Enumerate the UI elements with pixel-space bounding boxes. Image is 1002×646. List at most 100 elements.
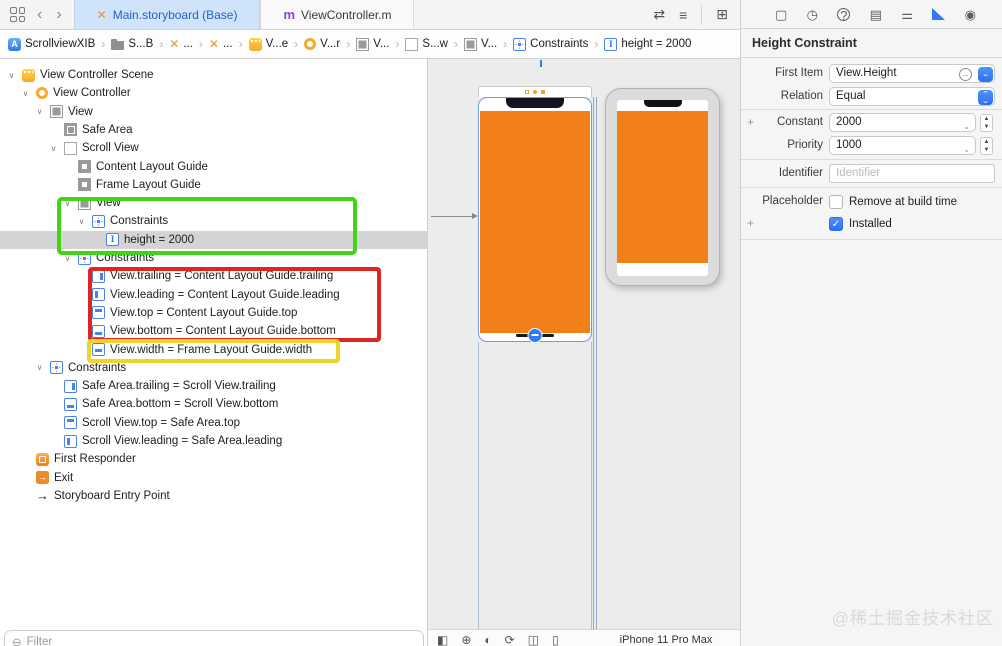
outline-row-view-trailing-content-layout-guide-trailing[interactable]: View.trailing = Content Layout Guide.tra… [0, 267, 428, 285]
crumb-view-2[interactable]: V... [463, 37, 497, 51]
outline-row-storyboard-entry-point[interactable]: → Storyboard Entry Point [0, 487, 428, 505]
exit-mini-icon[interactable] [540, 89, 546, 95]
outline-row-scroll-view[interactable]: ∨ Scroll View [0, 139, 428, 157]
installed-checkbox[interactable]: ✓ [829, 216, 843, 231]
canvas-scrollbar[interactable] [593, 97, 597, 629]
crumb-view-1[interactable]: V... [356, 37, 389, 51]
first-responder-mini-icon[interactable] [532, 90, 537, 94]
selection-handle[interactable] [528, 328, 542, 342]
device-icon[interactable]: ▯ [552, 633, 559, 646]
outline-row-exit[interactable]: Exit [0, 469, 428, 487]
constant-field[interactable]: 2000 ⌄ [829, 113, 976, 132]
identity-inspector-icon[interactable]: ▤ [870, 8, 882, 21]
priority-value: 1000 [836, 139, 862, 151]
disclosure-chevron-icon[interactable]: ∨ [34, 107, 45, 116]
outline-row-view-leading-content-layout-guide-leading[interactable]: View.leading = Content Layout Guide.lead… [0, 286, 428, 304]
outline-row-safe-area-trailing-scroll-view-trailing[interactable]: Safe Area.trailing = Scroll View.trailin… [0, 377, 428, 395]
outline-row-constraints[interactable]: ∨ Constraints [0, 359, 428, 377]
view-controller-header-bar[interactable] [478, 86, 592, 97]
outline-row-constraints[interactable]: ∨ Constraints [0, 249, 428, 267]
outline-row-label: Frame Layout Guide [96, 178, 201, 191]
editor-tabs: ✕ Main.storyboard (Base) m ViewController.m [73, 0, 415, 29]
outline-row-view[interactable]: ∨ View [0, 194, 428, 212]
adjust-editor-icon[interactable]: ◧ [437, 633, 448, 646]
outline-row-view-controller[interactable]: ∨ View Controller [0, 84, 428, 102]
relation-popup-icon[interactable]: ⌃ ⌄ [977, 89, 993, 105]
outline-row-view-bottom-content-layout-guide-bottom[interactable]: View.bottom = Content Layout Guide.botto… [0, 322, 428, 340]
disclosure-chevron-icon[interactable]: ∨ [76, 217, 87, 226]
outline-row-safe-area-bottom-scroll-view-bottom[interactable]: Safe Area.bottom = Scroll View.bottom [0, 395, 428, 413]
attributes-inspector-icon[interactable]: ⚌ [901, 8, 913, 21]
add-editor-icon[interactable]: ⊞ [716, 6, 728, 23]
first-item-dropdown[interactable]: View.Height → ⌄ [829, 64, 995, 83]
device-label[interactable]: iPhone 11 Pro Max [620, 633, 713, 646]
help-inspector-icon[interactable]: ? [837, 7, 851, 22]
priority-stepper[interactable]: ▲ ▼ [980, 136, 993, 155]
tab-viewcontroller-m[interactable]: m ViewController.m [260, 0, 415, 29]
identifier-field[interactable]: Identifier [829, 164, 995, 183]
disclosure-chevron-icon[interactable]: ∨ [6, 71, 17, 80]
outline-row-label: Safe Area.bottom = Scroll View.bottom [82, 398, 279, 411]
outline-row-view-controller-scene[interactable]: ∨ View Controller Scene [0, 66, 428, 84]
outline-row-view-width-frame-layout-guide-width[interactable]: View.width = Frame Layout Guide.width [0, 341, 428, 359]
connections-inspector-icon[interactable]: ◉ [965, 8, 976, 21]
outline-filter-field[interactable]: ⊖ Filter [4, 630, 424, 646]
priority-field[interactable]: 1000 ⌄ [829, 136, 976, 155]
tab-main-storyboard[interactable]: ✕ Main.storyboard (Base) [73, 0, 261, 29]
orientation-icon[interactable]: ⟳ [505, 633, 515, 646]
crumb-scroll-view[interactable]: S...w [405, 37, 448, 51]
outline-row-view-top-content-layout-guide-top[interactable]: View.top = Content Layout Guide.top [0, 304, 428, 322]
view-controller-mini-icon[interactable] [524, 90, 529, 94]
crumb-height-constraint[interactable]: height = 2000 [604, 37, 692, 51]
outline-row-safe-area[interactable]: Safe Area [0, 121, 428, 139]
crumb-storyboard-1[interactable]: ✕... [169, 37, 193, 51]
related-items-icon[interactable] [10, 7, 25, 22]
disclosure-chevron-icon[interactable]: ∨ [34, 363, 45, 372]
constant-combo-chevron[interactable]: ⌄ [963, 118, 970, 135]
outline-row-content-layout-guide[interactable]: Content Layout Guide [0, 158, 428, 176]
crumb-view-controller[interactable]: V...r [304, 38, 340, 50]
disclosure-chevron-icon[interactable]: ∨ [20, 89, 31, 98]
installed-checkbox-label: Installed [849, 217, 892, 230]
list-lines-icon[interactable]: ≡ [679, 7, 687, 23]
back-button[interactable]: ‹ [35, 1, 44, 29]
orange-content-view[interactable] [480, 111, 590, 333]
window-controls: ‹ › [0, 0, 74, 29]
crumb-project[interactable]: ScrollviewXIB [8, 37, 95, 51]
add-installed-variation-button[interactable]: + [747, 214, 754, 233]
placeholder-checkbox[interactable] [829, 194, 843, 209]
first-item-popup-icon[interactable]: ⌄ [977, 66, 993, 82]
crumb-scene[interactable]: V...e [248, 37, 288, 51]
scroll-view-on-canvas[interactable] [478, 97, 592, 342]
crumb-height-constraint-label: height = 2000 [621, 38, 692, 50]
outline-row-scroll-view-top-safe-area-top[interactable]: Scroll View.top = Safe Area.top [0, 414, 428, 432]
swap-editors-icon[interactable]: ⇄ [653, 6, 665, 23]
relation-popup[interactable]: Equal ⌃ ⌄ [829, 87, 995, 106]
storyboard-canvas[interactable]: iPhone 11 Pro Max ◧ ⊕ ◐ ⟳ ◫ ▯ [428, 59, 740, 646]
outline-row-label: Content Layout Guide [96, 160, 208, 173]
disclosure-chevron-icon[interactable]: ∨ [48, 144, 59, 153]
outline-row-frame-layout-guide[interactable]: Frame Layout Guide [0, 176, 428, 194]
crumb-constraints[interactable]: Constraints [513, 37, 588, 51]
outline-row-scroll-view-leading-safe-area-leading[interactable]: Scroll View.leading = Safe Area.leading [0, 432, 428, 450]
add-device-icon[interactable]: ⊕ [461, 633, 471, 646]
disclosure-chevron-icon[interactable]: ∨ [62, 199, 73, 208]
crumb-storyboard-2-label: ... [222, 38, 233, 50]
outline-row-first-responder[interactable]: First Responder [0, 450, 428, 468]
forward-button[interactable]: › [54, 1, 63, 29]
size-inspector-icon[interactable] [932, 8, 946, 20]
layout-columns-icon[interactable]: ◫ [528, 633, 539, 646]
outline-row-constraints[interactable]: ∨ Constraints [0, 212, 428, 230]
priority-combo-chevron[interactable]: ⌄ [963, 141, 970, 158]
crumb-folder[interactable]: S...B [111, 38, 153, 50]
file-inspector-icon[interactable]: ▢ [775, 8, 787, 21]
outline-row-view[interactable]: ∨ View [0, 103, 428, 121]
disclosure-chevron-icon[interactable]: ∨ [62, 254, 73, 263]
target-arrow-icon[interactable]: → [959, 67, 972, 81]
history-inspector-icon[interactable]: ◷ [807, 8, 818, 21]
outline-row-height-2000[interactable]: height = 2000 [0, 230, 428, 249]
device-notch [506, 98, 564, 108]
appearance-icon[interactable]: ◐ [484, 633, 491, 646]
crumb-storyboard-2[interactable]: ✕... [209, 37, 233, 51]
constant-stepper[interactable]: ▲ ▼ [980, 113, 993, 132]
